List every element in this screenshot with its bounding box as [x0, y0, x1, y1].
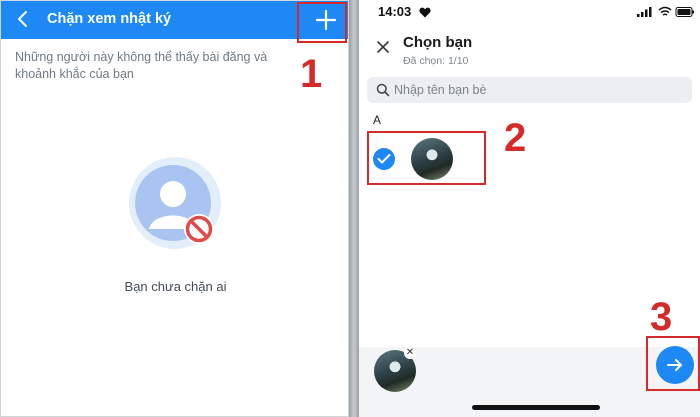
status-time: 14:03: [378, 4, 412, 19]
panel-divider: [349, 0, 359, 417]
search-icon: [376, 83, 390, 97]
search-box: [367, 77, 692, 103]
close-icon[interactable]: [375, 39, 391, 55]
picker-header: Chọn bạn Đã chọn: 1/10: [359, 22, 700, 72]
blocked-user-icon: [127, 157, 223, 253]
highlight-box-3: [646, 336, 700, 391]
status-icons: [635, 5, 695, 17]
highlight-box-2: [367, 131, 486, 185]
block-diary-screen: Chặn xem nhật ký Những người này không t…: [0, 0, 349, 417]
status-bar: 14:03: [359, 0, 700, 22]
empty-state-text: Bạn chưa chặn ai: [124, 279, 227, 294]
chevron-left-icon[interactable]: [11, 7, 35, 31]
search-input[interactable]: [394, 77, 684, 103]
section-letter: A: [373, 113, 382, 127]
description-text: Những người này không thể thấy bài đăng …: [15, 50, 268, 81]
highlight-box-1: [297, 2, 347, 43]
page-title: Chặn xem nhật ký: [47, 11, 172, 27]
step-number-3: 3: [650, 295, 673, 339]
step-number-1: 1: [300, 52, 323, 96]
heart-icon: [419, 5, 431, 18]
home-indicator: [472, 405, 600, 410]
remove-selected-icon[interactable]: ✕: [404, 347, 416, 359]
selected-count: Đã chọn: 1/10: [403, 55, 469, 67]
picker-title: Chọn bạn: [403, 34, 473, 51]
step-number-2: 2: [504, 116, 527, 160]
